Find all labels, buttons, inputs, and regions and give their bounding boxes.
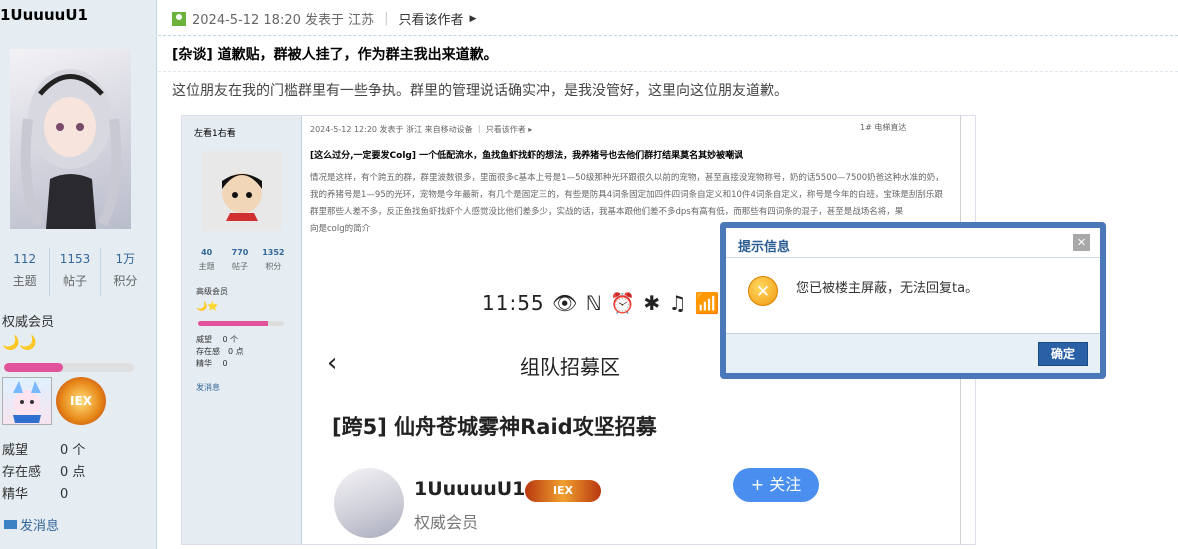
online-status-icon (172, 11, 186, 26)
envelope-icon (4, 520, 17, 529)
author-rank[interactable]: 权威会员 (2, 311, 54, 330)
embedded-stat: 770 帖子 (223, 246, 256, 274)
avatar-illustration (20, 69, 122, 229)
stat-value: 1153 (59, 252, 91, 266)
alert-dialog-title: 提示信息 (738, 240, 791, 255)
embedded-info-row: 精华 0 (196, 359, 228, 368)
send-message-link[interactable]: 发消息 (4, 515, 59, 534)
author-avatar[interactable] (10, 49, 131, 229)
stat-points[interactable]: 1万 积分 (101, 248, 150, 296)
info-digest: 精华 0 (2, 486, 85, 508)
embedded-rank: 高级会员 (196, 287, 228, 296)
medal-character-icon[interactable] (2, 377, 52, 425)
divider: | (384, 11, 389, 26)
alert-dialog-footer: 确定 (726, 333, 1100, 373)
alert-message: 您已被楼主屏蔽，无法回复ta。 (796, 281, 979, 296)
embedded-moon-icon: 🌙⭐ (196, 302, 219, 312)
post-datetime: 2024-5-12 18:20 发表于 江苏 (192, 13, 375, 28)
alert-dialog: 提示信息 ✕ ✕ 您已被楼主屏蔽，无法回复ta。 确定 (720, 222, 1106, 379)
error-icon: ✕ (748, 276, 778, 306)
author-stats: 112 主题 1153 帖子 1万 积分 (0, 248, 150, 296)
embedded-floor-jump: 1# 电梯直达 (860, 123, 907, 132)
info-value: 0 (60, 487, 69, 502)
info-value: 0 个 (60, 443, 86, 458)
phone-post-title: [跨5] 仙舟苍城雾神Raid攻坚招募 (332, 415, 657, 439)
phone-user-avatar (334, 468, 404, 538)
stat-value: 1万 (115, 252, 136, 266)
alert-dialog-body: 提示信息 ✕ ✕ 您已被楼主屏蔽，无法回复ta。 确定 (726, 228, 1100, 373)
info-key: 存在感 (2, 465, 42, 480)
rank-progress-bar (4, 363, 134, 372)
post-meta: 2024-5-12 18:20 发表于 江苏 | 只看该作者 ▶ (172, 9, 476, 28)
embedded-info-row: 威望 0 个 (196, 335, 239, 344)
author-username[interactable]: 1UuuuuU1 (0, 6, 88, 24)
header-divider (158, 35, 1178, 36)
post-title: [杂谈] 道歉贴，群被人挂了，作为群主我出来道歉。 (172, 47, 498, 63)
phone-user-rank: 权威会员 (414, 513, 479, 532)
embedded-stat-value: 40 (201, 248, 213, 257)
embedded-side-label: 左看1右看 (194, 129, 236, 139)
info-prestige: 威望 0 个 (2, 442, 85, 464)
phone-username: 1UuuuuU1 (414, 478, 526, 500)
embedded-stat: 40 主题 (190, 246, 223, 274)
phone-nav-title: 组队招募区 (520, 355, 620, 379)
embedded-post-meta: 2024-5-12 12:20 发表于 浙江 来自移动设备 ｜ 只看该作者 ▸ (310, 125, 533, 134)
author-info-list: 威望 0 个 存在感 0 点 精华 0 (2, 442, 85, 508)
stat-threads[interactable]: 112 主题 (0, 248, 51, 296)
send-message-label: 发消息 (20, 519, 60, 534)
embedded-stat-value: 770 (231, 248, 249, 257)
embedded-info: 威望 0 个 存在感 0 点 精华 0 (196, 334, 244, 370)
phone-follow-button: + 关注 (733, 468, 819, 502)
embedded-avatar (202, 151, 282, 231)
phone-iex-badge: IEX (525, 480, 601, 502)
author-sidebar: 1UuuuuU1 112 主题 1153 帖子 1万 积分 权威会员 🌙🌙 IE… (0, 0, 157, 549)
embedded-stat: 1352 积分 (257, 246, 290, 274)
stat-posts[interactable]: 1153 帖子 (50, 248, 101, 296)
embedded-progress (198, 321, 284, 326)
back-chevron-icon: ‹ (327, 348, 338, 378)
embedded-stats: 40 主题 770 帖子 1352 积分 (190, 246, 290, 274)
embedded-stat-label: 积分 (265, 262, 282, 271)
embedded-send-message: 发消息 (196, 383, 220, 392)
only-author-link[interactable]: 只看该作者 (399, 9, 464, 28)
stat-value: 112 (13, 252, 37, 266)
embedded-body-text: 情况是这样，有个跨五的群，群里波数很多，里面很多c基本上号是1—50级那种光环跟… (310, 173, 944, 217)
medal-character-art (13, 381, 41, 423)
info-key: 威望 (2, 443, 29, 458)
medal-list: IEX (2, 377, 106, 425)
embedded-stat-value: 1352 (262, 248, 285, 257)
moon-icon: 🌙🌙 (2, 335, 37, 351)
info-presence: 存在感 0 点 (2, 464, 85, 486)
post-body: 这位朋友在我的门槛群里有一些争执。群里的管理说话确实冲，是我没管好，这里向这位朋… (172, 83, 788, 99)
embedded-info-row: 存在感 0 点 (196, 347, 244, 356)
embedded-avatar-art (222, 173, 262, 221)
info-key: 精华 (2, 487, 29, 502)
stat-label: 积分 (113, 274, 138, 288)
confirm-button[interactable]: 确定 (1038, 342, 1088, 366)
stat-label: 帖子 (62, 274, 87, 288)
close-icon[interactable]: ✕ (1073, 234, 1090, 251)
info-value: 0 点 (60, 465, 86, 480)
embedded-stat-label: 帖子 (231, 262, 248, 271)
embedded-body-tail: 向是colg的简介 (310, 224, 371, 234)
medal-iex-icon[interactable]: IEX (56, 377, 106, 425)
embedded-post-title: [这么过分,一定要发Colg] 一个低配流水，鱼找鱼虾找虾的想法，我养猪号也去他… (310, 151, 744, 161)
embedded-sidebar: 左看1右看 40 主题 770 帖子 1352 积分 高级会员 🌙⭐ 威望 0 个 存… (182, 116, 302, 544)
stat-label: 主题 (12, 274, 37, 288)
rank-progress-fill (4, 363, 63, 372)
alert-dialog-header: 提示信息 ✕ (726, 228, 1100, 258)
triangle-right-icon: ▶ (469, 13, 477, 24)
embedded-stat-label: 主题 (198, 262, 215, 271)
title-divider (158, 71, 1178, 72)
embedded-progress-fill (198, 321, 268, 326)
